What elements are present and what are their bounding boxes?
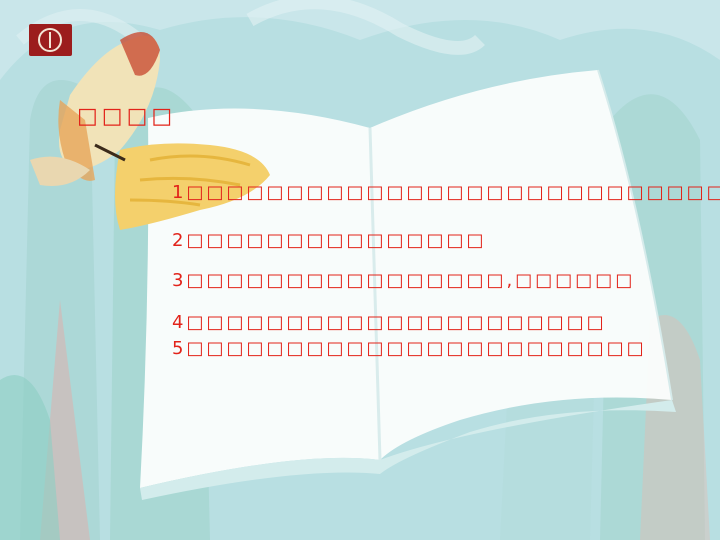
objectives-list: 1□□□□□□□□□□□□□□□□□□□□□□□□□□□ 2□□□□□□□□□□… [172, 180, 720, 362]
list-item: 3□□□□□□□□□□□□□□□□,□□□□□□ [172, 270, 636, 291]
list-item: 4□□□□□□□□□□□□□□□□□□□□□ [172, 312, 607, 333]
slide-title: □□□□ [77, 104, 177, 129]
list-item: 5□□□□□□□□□□□□□□□□□□□□□□□ [172, 338, 647, 359]
list-item: 2□□□□□□□□□□□□□□□ [172, 230, 487, 251]
list-item: 1□□□□□□□□□□□□□□□□□□□□□□□□□□□ [172, 182, 720, 203]
